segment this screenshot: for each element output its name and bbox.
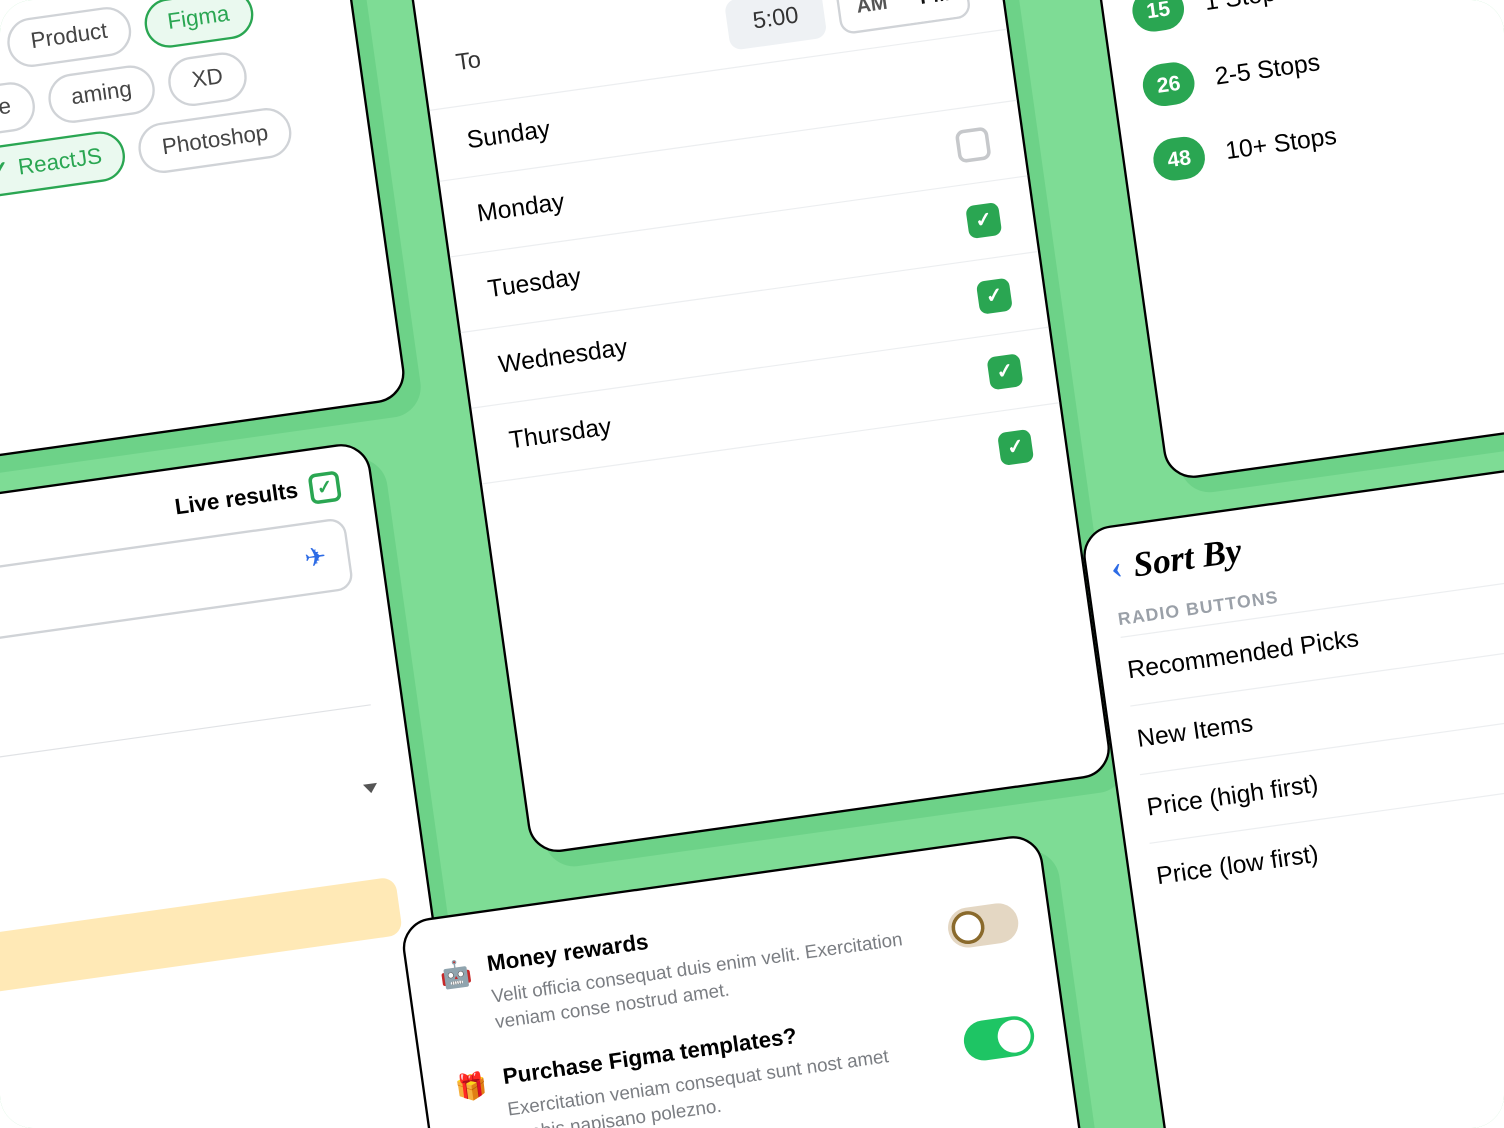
stop-count-badge: 26	[1140, 60, 1197, 109]
checkboxes-card: kboxes From 9:00 AM PM To 5:00 AM PM Sun…	[396, 0, 1114, 856]
stop-label: 1 Stop	[1203, 0, 1278, 17]
day-label: Tuesday	[486, 263, 583, 304]
stops-card: COUNTERED ITE Stops dura 8Direct way151 …	[1069, 0, 1504, 482]
tag-label: Photoshop	[161, 120, 270, 160]
stop-label: 2-5 Stops	[1213, 49, 1322, 92]
to-am[interactable]: AM	[837, 0, 907, 33]
toggle-switch[interactable]	[961, 1014, 1036, 1063]
day-label: Thursday	[507, 413, 613, 455]
chevron-down-icon	[363, 783, 378, 794]
stop-label: 10+ Stops	[1224, 123, 1339, 166]
tag-label: XD	[190, 64, 224, 94]
sort-label: Price (high first)	[1145, 771, 1320, 823]
stop-count-badge: 48	[1151, 134, 1208, 183]
tag-label: Figma	[166, 2, 231, 36]
check-icon: ✓	[0, 156, 11, 185]
tag-label: aming	[70, 77, 134, 111]
to-pm[interactable]: PM	[900, 0, 969, 24]
toggle-switch[interactable]	[946, 901, 1021, 950]
day-label: Monday	[475, 188, 566, 228]
gift-icon: 🎁	[454, 1070, 490, 1105]
tag-aming[interactable]: aming	[45, 62, 159, 126]
to-time[interactable]: 5:00	[724, 0, 828, 50]
tag-cloud: PrototypingSketchProductFigmaUI kitUser …	[0, 0, 372, 248]
search-card: Live results ✓ eles, CA ✈ · Sat, Sep 19 …	[0, 440, 485, 1128]
day-checkbox[interactable]	[955, 126, 992, 163]
tag-reactjs[interactable]: ✓ReactJS	[0, 128, 129, 200]
sort-label: New Items	[1135, 710, 1254, 754]
to-label: To	[454, 46, 482, 76]
tag-xd[interactable]: XD	[166, 49, 250, 109]
robot-icon: 🤖	[438, 957, 474, 992]
day-label: Sunday	[465, 116, 552, 156]
stop-count-badge: 15	[1130, 0, 1187, 34]
sort-label: Price (low first)	[1155, 841, 1320, 892]
sort-card: ‹ Sort By RADIO BUTTONS C Recommended Pi…	[1079, 445, 1504, 1128]
to-period-segment[interactable]: AM PM	[834, 0, 971, 35]
tag-label: Product	[29, 19, 109, 55]
plane-icon: ✈	[303, 541, 329, 574]
live-results-checkbox[interactable]: ✓	[308, 470, 343, 505]
sort-label: Recommended Picks	[1126, 625, 1361, 685]
day-checkbox[interactable]: ✓	[965, 202, 1002, 239]
tag-figma[interactable]: Figma	[141, 0, 256, 51]
toggles-card: 🤖Money rewardsVelit officia consequat du…	[399, 832, 1108, 1128]
back-chevron-icon[interactable]: ‹	[1108, 549, 1124, 588]
tag-label: ReactJS	[16, 144, 103, 181]
day-checkbox[interactable]: ✓	[986, 353, 1023, 390]
day-checkbox[interactable]: ✓	[976, 278, 1013, 315]
tag-label: User experience	[0, 94, 13, 142]
tag-product[interactable]: Product	[4, 4, 134, 70]
tag-photoshop[interactable]: Photoshop	[136, 105, 295, 176]
tags-card: 3 selected PrototypingSketchProductFigma…	[0, 0, 408, 492]
day-checkbox[interactable]: ✓	[997, 429, 1034, 466]
day-label: Wednesday	[497, 334, 630, 380]
live-results-label: Live results	[173, 479, 299, 522]
